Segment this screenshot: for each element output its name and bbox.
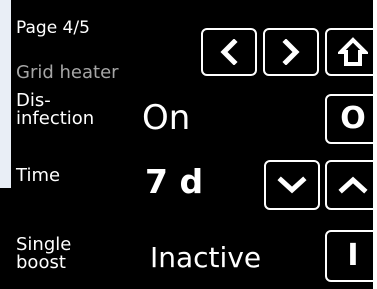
home-icon [338, 37, 368, 66]
chevron-left-icon [220, 39, 238, 65]
time-decrease-button[interactable] [264, 160, 320, 210]
disinfection-label: Dis- infection [16, 90, 95, 129]
next-page-button[interactable] [263, 28, 319, 76]
controller-screen: Page 4/5 Grid heater Dis- infection On O… [0, 0, 373, 289]
chevron-right-icon [282, 39, 300, 65]
previous-page-button[interactable] [201, 28, 257, 76]
page-indicator: Page 4/5 [16, 18, 90, 38]
chevron-down-icon [277, 176, 307, 194]
page-title: Grid heater [16, 62, 119, 83]
disinfection-button-label: O [340, 101, 366, 136]
time-label: Time [16, 165, 61, 186]
single-boost-label: Single boost [16, 234, 72, 273]
time-increase-button[interactable] [325, 160, 373, 210]
single-boost-value: Inactive [150, 241, 262, 274]
side-strip [0, 0, 11, 188]
chevron-up-icon [338, 176, 368, 194]
disinfection-off-button[interactable]: O [325, 94, 373, 144]
home-button[interactable] [325, 28, 373, 76]
disinfection-value: On [142, 98, 191, 138]
time-value: 7 d [145, 162, 204, 201]
single-boost-on-button[interactable]: I [325, 230, 373, 282]
single-boost-button-label: I [347, 238, 359, 273]
